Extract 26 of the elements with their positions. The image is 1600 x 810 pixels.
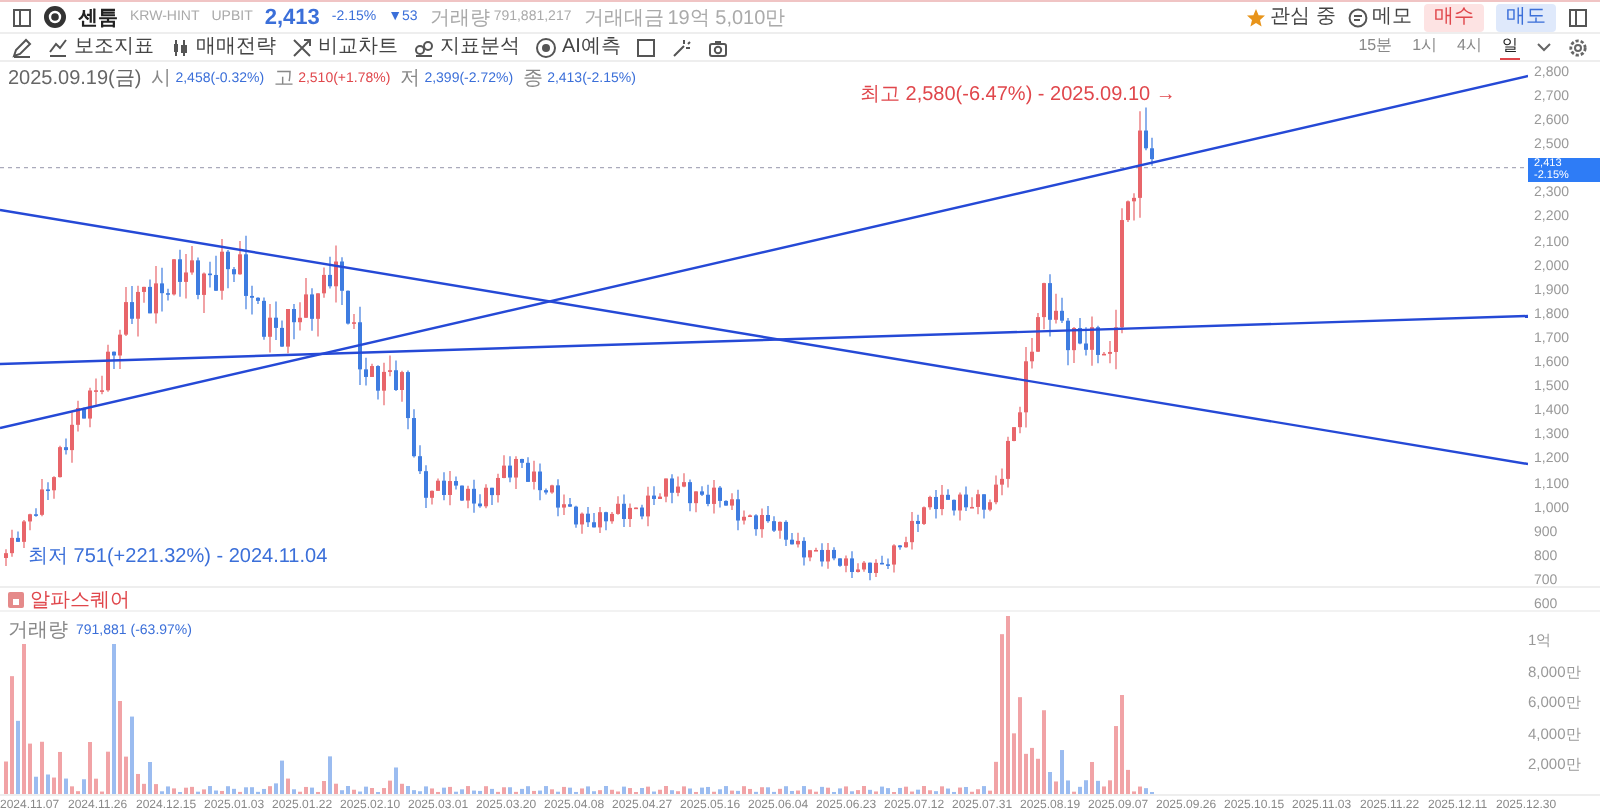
coin-name: 센툼 bbox=[78, 5, 118, 31]
timeframe-tab[interactable]: 4시 bbox=[1455, 34, 1484, 60]
watchlist-button[interactable]: 관심 중 bbox=[1246, 5, 1336, 29]
ohlc-label: 종 bbox=[523, 66, 544, 92]
ai-prediction-button[interactable]: AI예측 bbox=[536, 35, 621, 59]
indicator-analysis-button[interactable]: 지표분석 bbox=[414, 35, 520, 59]
volume-label: 거래량 bbox=[429, 5, 490, 31]
ohlc-label: 고 bbox=[274, 66, 295, 92]
volume-label: 거래량 bbox=[8, 618, 68, 644]
indicator-button[interactable]: 보조지표 bbox=[48, 35, 154, 59]
ohlc-label: 저 bbox=[400, 66, 421, 92]
timeframe-tab[interactable]: 1시 bbox=[1410, 34, 1440, 60]
candle-date: 2025.09.19(금) bbox=[8, 66, 142, 92]
current-price: 2,413 bbox=[264, 5, 320, 29]
high-price-marker: 최고 2,580(-6.47%) - 2025.09.10 → bbox=[860, 82, 1176, 108]
compare-chart-button[interactable]: 비교차트 bbox=[292, 35, 398, 59]
memo-button[interactable]: 메모 bbox=[1348, 5, 1412, 29]
ohlc-label: 시 bbox=[151, 66, 172, 92]
sell-button[interactable]: 매도 bbox=[1496, 3, 1556, 31]
timeframe-tab[interactable]: 15분 bbox=[1356, 34, 1395, 60]
low-price-marker: 최저 751(+221.32%) - 2024.11.04 bbox=[28, 542, 328, 570]
trade-value: 19억 5,010만 bbox=[667, 5, 786, 31]
strategy-button[interactable]: 매매전략 bbox=[170, 35, 276, 59]
trade-value-label: 거래대금 bbox=[583, 5, 664, 31]
timeframe-tab[interactable]: 일 bbox=[1500, 34, 1520, 60]
indicator-title: 알파스퀘어 bbox=[30, 587, 130, 613]
